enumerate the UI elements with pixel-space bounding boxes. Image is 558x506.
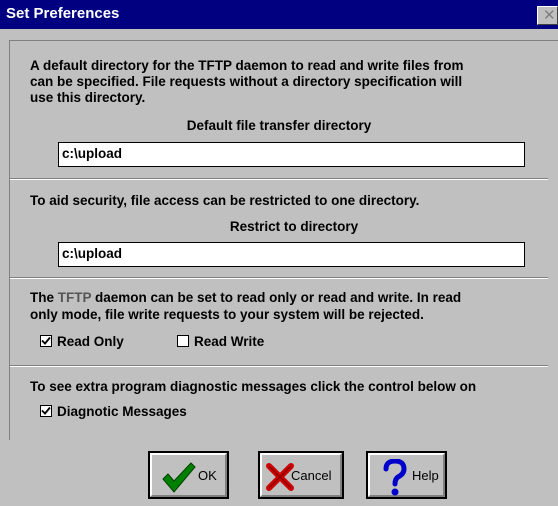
read-write-checkbox[interactable]	[177, 335, 189, 347]
cancel-button-label: Cancel	[291, 468, 332, 483]
help-button-label: Help	[412, 468, 439, 483]
mode-description-line-1: The TFTP daemon can be set to read only …	[30, 289, 461, 306]
cancel-button-face: Cancel	[260, 453, 342, 497]
diagnostic-messages-label[interactable]: Diagnotic Messages	[57, 403, 187, 420]
restrict-description: To aid security, file access can be rest…	[30, 193, 420, 208]
read-write-label[interactable]: Read Write	[194, 333, 264, 350]
ok-button-label: OK	[198, 468, 217, 483]
cancel-button[interactable]: Cancel	[258, 451, 344, 499]
read-only-checkbox[interactable]	[40, 335, 52, 347]
close-icon: ✕	[543, 6, 556, 24]
help-button[interactable]: Help	[366, 451, 447, 499]
default-directory-value: c:\upload	[62, 146, 122, 161]
section-divider	[10, 178, 548, 180]
restrict-directory-value: c:\upload	[62, 246, 122, 261]
directory-description-line-1: A default directory for the TFTP daemon …	[30, 58, 464, 73]
restrict-directory-label: Restrict to directory	[229, 219, 359, 234]
restrict-directory-input[interactable]: c:\upload	[58, 242, 525, 267]
default-directory-input[interactable]: c:\upload	[58, 142, 525, 167]
window-title: Set Preferences	[6, 5, 120, 22]
ok-button[interactable]: OK	[148, 451, 229, 499]
close-button[interactable]: ✕	[537, 6, 558, 25]
mode-line1-suffix: daemon can be set to read only or read a…	[91, 290, 462, 305]
mode-line1-prefix: The	[30, 290, 58, 305]
x-icon	[266, 463, 294, 491]
tftp-word: TFTP	[57, 290, 92, 305]
diagnostics-description: To see extra program diagnostic messages…	[30, 379, 477, 394]
section-divider	[10, 365, 548, 367]
ok-button-face: OK	[150, 453, 227, 497]
set-preferences-dialog: Set Preferences ✕ A default directory fo…	[0, 0, 558, 506]
question-icon	[383, 459, 407, 496]
check-icon	[41, 336, 51, 345]
default-directory-label: Default file transfer directory	[186, 118, 372, 133]
directory-description-line-3: use this directory.	[30, 90, 146, 105]
section-divider	[10, 277, 548, 279]
directory-description-line-2: can be specified. File requests without …	[30, 74, 463, 89]
check-icon	[41, 406, 51, 415]
read-only-label[interactable]: Read Only	[57, 333, 124, 350]
help-button-face: Help	[368, 453, 445, 497]
mode-description-line-2: only mode, file write requests to your s…	[30, 307, 424, 322]
diagnostic-messages-checkbox[interactable]	[40, 405, 52, 417]
title-bar[interactable]: Set Preferences ✕	[0, 0, 558, 29]
checkmark-icon	[162, 462, 196, 493]
